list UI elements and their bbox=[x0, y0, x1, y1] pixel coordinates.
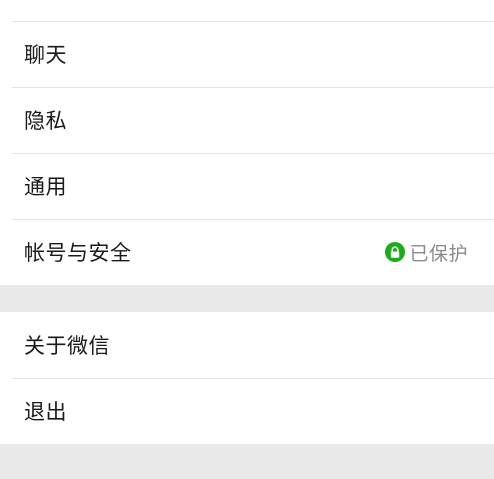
settings-item-account-security[interactable]: 帐号与安全 已保护 bbox=[0, 219, 494, 285]
settings-item-label: 聊天 bbox=[24, 43, 67, 67]
settings-group-secondary: 关于微信 退出 bbox=[0, 312, 494, 444]
settings-item-label: 关于微信 bbox=[24, 334, 110, 358]
row-divider bbox=[12, 153, 494, 154]
settings-item-about-wechat[interactable]: 关于微信 bbox=[0, 312, 494, 378]
settings-item-label: 退出 bbox=[24, 400, 67, 424]
settings-item-label: 隐私 bbox=[24, 109, 67, 133]
settings-item-privacy[interactable]: 隐私 bbox=[0, 87, 494, 153]
section-gap-bottom bbox=[0, 444, 494, 475]
protected-status-text: 已保护 bbox=[409, 242, 468, 265]
settings-group-main: 聊天 隐私 通用 帐号与安全 已保护 bbox=[0, 0, 494, 285]
row-divider bbox=[12, 378, 494, 379]
account-status: 已保护 bbox=[385, 239, 468, 266]
row-divider bbox=[12, 219, 494, 220]
settings-item-label: 通用 bbox=[24, 175, 67, 199]
settings-item-general[interactable]: 通用 bbox=[0, 153, 494, 219]
settings-screen: 聊天 隐私 通用 帐号与安全 已保护 关于微信 退出 bbox=[0, 0, 494, 479]
section-gap bbox=[0, 285, 494, 312]
settings-item-logout[interactable]: 退出 bbox=[0, 378, 494, 444]
previous-row-stub bbox=[0, 0, 494, 21]
settings-item-label: 帐号与安全 bbox=[24, 241, 132, 265]
lock-icon bbox=[385, 242, 406, 262]
row-divider bbox=[12, 87, 494, 88]
settings-item-chat[interactable]: 聊天 bbox=[0, 21, 494, 87]
row-divider bbox=[12, 21, 494, 22]
